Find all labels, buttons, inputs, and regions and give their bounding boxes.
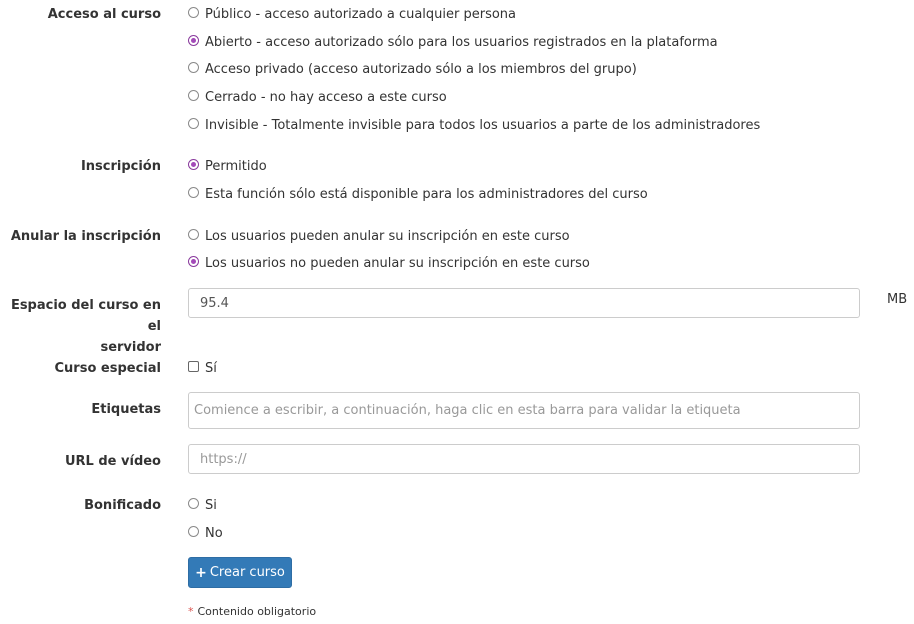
required-text: Contenido obligatorio bbox=[197, 605, 317, 618]
bonificado-option-no[interactable]: No bbox=[188, 523, 223, 543]
radio-icon[interactable] bbox=[188, 525, 199, 537]
acceso-option-cerrado[interactable]: Cerrado - no hay acceso a este curso bbox=[188, 87, 447, 107]
option-label: Público - acceso autorizado a cualquier … bbox=[205, 6, 517, 22]
checkbox-icon[interactable] bbox=[188, 360, 199, 372]
option-label: Invisible - Totalmente invisible para to… bbox=[205, 117, 761, 133]
bonificado-option-si[interactable]: Si bbox=[188, 495, 217, 515]
etiquetas-label: Etiquetas bbox=[91, 402, 161, 417]
espacio-unit: MB bbox=[887, 292, 908, 307]
radio-icon[interactable] bbox=[188, 89, 199, 101]
option-label: Esta función sólo está disponible para l… bbox=[205, 186, 648, 202]
anular-option-no-pueden[interactable]: Los usuarios no pueden anular su inscrip… bbox=[188, 253, 590, 273]
espacio-label-line2: servidor bbox=[100, 340, 161, 355]
inscripcion-option-permitido[interactable]: Permitido bbox=[188, 156, 267, 176]
option-label: Permitido bbox=[205, 158, 267, 174]
anular-option-pueden[interactable]: Los usuarios pueden anular su inscripció… bbox=[188, 226, 570, 246]
radio-icon[interactable] bbox=[188, 6, 199, 18]
url-video-label: URL de vídeo bbox=[64, 454, 161, 469]
crear-curso-button[interactable]: + Crear curso bbox=[188, 557, 292, 588]
espacio-input[interactable]: 95.4 bbox=[188, 288, 860, 318]
acceso-option-invisible[interactable]: Invisible - Totalmente invisible para to… bbox=[188, 115, 760, 135]
etiquetas-input[interactable]: Comience a escribir, a continuación, hag… bbox=[188, 392, 860, 429]
bonificado-label: Bonificado bbox=[84, 498, 161, 513]
plus-icon: + bbox=[195, 564, 207, 581]
radio-selected-icon[interactable] bbox=[188, 158, 199, 170]
inscripcion-label: Inscripción bbox=[80, 159, 161, 174]
checkbox-label: Sí bbox=[205, 360, 217, 376]
radio-icon[interactable] bbox=[188, 117, 199, 129]
radio-icon[interactable] bbox=[188, 186, 199, 198]
inscripcion-option-admins[interactable]: Esta función sólo está disponible para l… bbox=[188, 184, 648, 204]
radio-selected-icon[interactable] bbox=[188, 34, 199, 46]
espacio-label: Espacio del curso en el servidor bbox=[0, 295, 161, 358]
url-video-input[interactable]: https:// bbox=[188, 444, 860, 474]
required-star: * bbox=[188, 605, 194, 618]
acceso-option-abierto[interactable]: Abierto - acceso autorizado sólo para lo… bbox=[188, 32, 718, 52]
radio-icon[interactable] bbox=[188, 228, 199, 240]
espacio-label-line1: Espacio del curso en el bbox=[10, 298, 161, 334]
option-label: No bbox=[205, 525, 223, 541]
option-label: Abierto - acceso autorizado sólo para lo… bbox=[205, 34, 718, 50]
especial-label: Curso especial bbox=[54, 361, 161, 376]
acceso-label: Acceso al curso bbox=[47, 7, 161, 22]
acceso-option-privado[interactable]: Acceso privado (acceso autorizado sólo a… bbox=[188, 59, 637, 79]
option-label: Acceso privado (acceso autorizado sólo a… bbox=[205, 61, 637, 77]
option-label: Cerrado - no hay acceso a este curso bbox=[205, 89, 447, 105]
option-label: Los usuarios no pueden anular su inscrip… bbox=[205, 255, 590, 271]
acceso-option-publico[interactable]: Público - acceso autorizado a cualquier … bbox=[188, 4, 516, 24]
radio-icon[interactable] bbox=[188, 61, 199, 73]
radio-selected-icon[interactable] bbox=[188, 255, 199, 267]
crear-curso-label: Crear curso bbox=[209, 565, 285, 580]
option-label: Si bbox=[205, 497, 217, 513]
especial-checkbox[interactable]: Sí bbox=[188, 358, 217, 378]
radio-icon[interactable] bbox=[188, 497, 199, 509]
option-label: Los usuarios pueden anular su inscripció… bbox=[205, 228, 570, 244]
anular-label: Anular la inscripción bbox=[10, 229, 161, 244]
required-note: * Contenido obligatorio bbox=[188, 605, 316, 618]
